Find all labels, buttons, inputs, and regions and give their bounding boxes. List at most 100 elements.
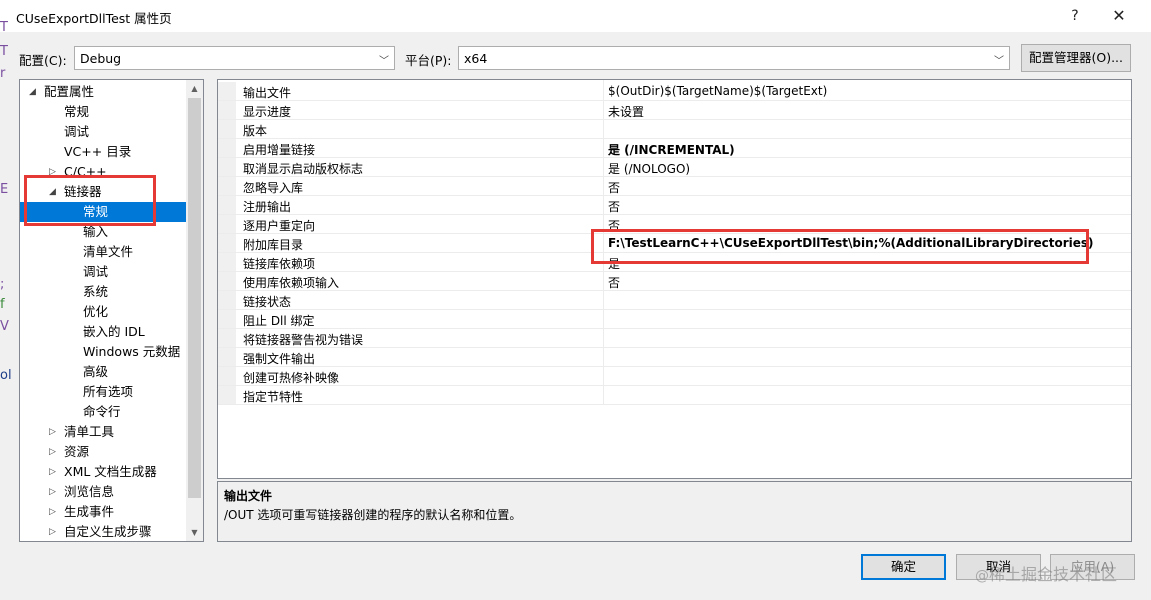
tree-item[interactable]: ▷ 浏览信息	[20, 482, 186, 502]
property-row[interactable]: 取消显示启动版权标志 是 (/NOLOGO)	[218, 158, 1131, 177]
tree-item-label: Windows 元数据	[83, 344, 181, 359]
property-row[interactable]: 注册输出 否	[218, 196, 1131, 215]
property-row[interactable]: 启用增量链接 是 (/INCREMENTAL)	[218, 139, 1131, 158]
property-name: 将链接器警告视为错误	[243, 333, 364, 347]
property-tree: ▲ ▼ ◢ 配置属性 常规 调试 VC++ 目录 ▷ C/C++ ◢ 链接器 常规 输入 清单文件 调试…	[19, 79, 204, 542]
row-gutter	[218, 272, 236, 290]
tree-item[interactable]: 优化	[20, 302, 186, 322]
platform-label: 平台(P):	[405, 53, 452, 68]
watermark-at: @	[975, 568, 989, 584]
row-gutter	[218, 386, 236, 404]
tree-item-label: 清单文件	[83, 244, 134, 259]
description-title: 输出文件	[224, 489, 273, 503]
edge-glyph: V	[0, 319, 9, 334]
tree-item-label: 常规	[64, 104, 90, 119]
tree-item-label: 配置属性	[44, 84, 95, 99]
property-name: 版本	[243, 124, 268, 138]
property-row[interactable]: 忽略导入库 否	[218, 177, 1131, 196]
property-value[interactable]: 否	[608, 198, 620, 215]
property-name: 忽略导入库	[243, 181, 304, 195]
tree-item-label: 清单工具	[64, 424, 115, 439]
tree-item[interactable]: ▷ 清单工具	[20, 422, 186, 442]
property-row[interactable]: 输出文件 $(OutDir)$(TargetName)$(TargetExt)	[218, 82, 1131, 101]
property-value[interactable]: 否	[608, 274, 620, 291]
tree-item-label: 命令行	[83, 404, 121, 419]
property-row[interactable]: 阻止 Dll 绑定	[218, 310, 1131, 329]
chevron-down-icon: ﹀	[379, 56, 389, 67]
property-row[interactable]: 使用库依赖项输入 否	[218, 272, 1131, 291]
property-row[interactable]: 指定节特性	[218, 386, 1131, 405]
scroll-down-icon[interactable]: ▼	[186, 524, 203, 541]
tree-item-label: 调试	[64, 124, 90, 139]
property-row[interactable]: 创建可热修补映像	[218, 367, 1131, 386]
tree-item-label: 嵌入的 IDL	[83, 324, 145, 339]
expand-icon[interactable]: ▷	[49, 482, 56, 502]
row-gutter	[218, 158, 236, 176]
tree-item[interactable]: Windows 元数据	[20, 342, 186, 362]
expand-icon[interactable]: ▷	[49, 462, 56, 482]
property-row[interactable]: 强制文件输出	[218, 348, 1131, 367]
config-manager-button[interactable]: 配置管理器(O)...	[1021, 44, 1131, 72]
tree-item[interactable]: 系统	[20, 282, 186, 302]
edge-glyph: T	[0, 20, 8, 35]
property-row[interactable]: 显示进度 未设置	[218, 101, 1131, 120]
row-gutter	[218, 348, 236, 366]
collapse-icon[interactable]: ◢	[29, 82, 36, 102]
property-name: 附加库目录	[243, 238, 304, 252]
tree-item-label: 浏览信息	[64, 484, 115, 499]
tree-item[interactable]: 嵌入的 IDL	[20, 322, 186, 342]
watermark-text: 稀土掘金技术社区	[989, 565, 1118, 584]
scroll-thumb[interactable]	[188, 98, 201, 498]
config-combo[interactable]: Debug ﹀	[74, 46, 395, 70]
expand-icon[interactable]: ▷	[49, 442, 56, 462]
tree-item[interactable]: 常规	[20, 102, 186, 122]
tree-item[interactable]: ▷ 生成事件	[20, 502, 186, 522]
tree-item-label: 优化	[83, 304, 109, 319]
title-bar: CUseExportDllTest 属性页 ? ✕	[0, 0, 1151, 32]
row-gutter	[218, 101, 236, 119]
property-name: 链接库依赖项	[243, 257, 316, 271]
watermark: @稀土掘金技术社区	[975, 561, 1117, 585]
tree-item[interactable]: 清单文件	[20, 242, 186, 262]
property-name: 阻止 Dll 绑定	[243, 314, 315, 328]
row-gutter	[218, 177, 236, 195]
tree-item[interactable]: 所有选项	[20, 382, 186, 402]
property-name: 指定节特性	[243, 390, 304, 404]
platform-combo[interactable]: x64 ﹀	[458, 46, 1010, 70]
row-gutter	[218, 367, 236, 385]
property-row[interactable]: 链接状态	[218, 291, 1131, 310]
tree-item[interactable]: 调试	[20, 262, 186, 282]
tree-item[interactable]: ◢ 配置属性	[20, 82, 186, 102]
help-button[interactable]: ?	[1054, 2, 1096, 30]
expand-icon[interactable]: ▷	[49, 522, 56, 541]
expand-icon[interactable]: ▷	[49, 422, 56, 442]
property-value[interactable]: 否	[608, 179, 620, 196]
property-name: 链接状态	[243, 295, 292, 309]
tree-item[interactable]: ▷ 自定义生成步骤	[20, 522, 186, 541]
property-value[interactable]: 未设置	[608, 103, 644, 120]
property-grid: 输出文件 $(OutDir)$(TargetName)$(TargetExt) 显示…	[217, 79, 1132, 479]
close-button[interactable]: ✕	[1098, 2, 1140, 30]
tree-item[interactable]: 命令行	[20, 402, 186, 422]
edge-glyph: ol	[0, 368, 12, 383]
ok-button[interactable]: 确定	[861, 554, 946, 580]
tree-item[interactable]: VC++ 目录	[20, 142, 186, 162]
tree-item[interactable]: ▷ XML 文档生成器	[20, 462, 186, 482]
tree-item-label: 生成事件	[64, 504, 115, 519]
row-gutter	[218, 215, 236, 233]
tree-item[interactable]: ▷ 资源	[20, 442, 186, 462]
property-row[interactable]: 版本	[218, 120, 1131, 139]
property-value[interactable]: 是 (/NOLOGO)	[608, 160, 690, 177]
platform-value: x64	[464, 51, 488, 66]
expand-icon[interactable]: ▷	[49, 502, 56, 522]
tree-item[interactable]: 调试	[20, 122, 186, 142]
property-value[interactable]: 是 (/INCREMENTAL)	[608, 141, 735, 158]
config-value: Debug	[80, 51, 122, 66]
property-value[interactable]: $(OutDir)$(TargetName)$(TargetExt)	[608, 84, 827, 98]
scroll-up-icon[interactable]: ▲	[186, 80, 203, 97]
tree-item-label: 资源	[64, 444, 90, 459]
tree-scrollbar[interactable]: ▲ ▼	[186, 80, 203, 541]
tree-item[interactable]: 高级	[20, 362, 186, 382]
tree-item-label: 自定义生成步骤	[64, 524, 152, 539]
property-row[interactable]: 将链接器警告视为错误	[218, 329, 1131, 348]
